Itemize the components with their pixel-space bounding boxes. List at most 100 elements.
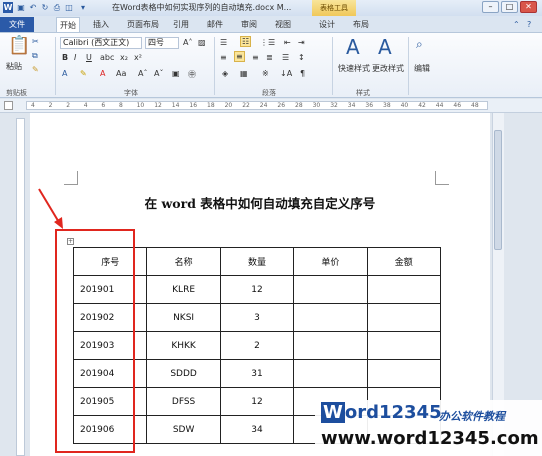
table-cell[interactable] bbox=[293, 359, 368, 388]
distribute-icon[interactable]: ☰ bbox=[282, 53, 289, 62]
table-cell[interactable] bbox=[293, 331, 368, 360]
title-bar: W ▣ ↶ ↻ ⎙ ◫ ▾ 在Word表格中如何实现序列的自动填充.docx M… bbox=[0, 0, 542, 16]
header-cell-unit-price[interactable]: 单价 bbox=[293, 247, 368, 276]
bold-button[interactable]: B bbox=[62, 53, 68, 62]
save-icon[interactable]: ▣ bbox=[16, 2, 26, 13]
table-cell[interactable] bbox=[366, 331, 442, 360]
table-cell[interactable]: 31 bbox=[219, 359, 295, 388]
close-button[interactable]: ✕ bbox=[520, 1, 537, 13]
change-styles-button[interactable]: 更改样式 bbox=[372, 63, 404, 74]
bullets-icon[interactable]: ☰ bbox=[220, 38, 227, 47]
chinese-layout-icon[interactable]: ※ bbox=[262, 69, 269, 78]
underline-button[interactable]: U bbox=[86, 53, 92, 62]
header-cell-name[interactable]: 名称 bbox=[146, 247, 221, 276]
table-cell[interactable]: SDW bbox=[146, 415, 221, 444]
font-size-combo[interactable]: 四号 bbox=[145, 37, 179, 49]
change-styles-icon[interactable]: A bbox=[378, 35, 392, 59]
table-cell[interactable]: 3 bbox=[219, 303, 295, 332]
table-cell[interactable] bbox=[293, 303, 368, 332]
table-cell[interactable]: SDDD bbox=[146, 359, 221, 388]
cut-icon[interactable]: ✂ bbox=[32, 37, 39, 46]
tab-review[interactable]: 审阅 bbox=[238, 17, 260, 32]
table-cell[interactable]: 12 bbox=[219, 275, 295, 304]
font-color-button[interactable]: A bbox=[100, 69, 105, 78]
shrink-font-icon[interactable]: Aˇ bbox=[154, 69, 163, 78]
clear-format-icon[interactable]: ▨ bbox=[198, 38, 206, 47]
preview-icon[interactable]: ◫ bbox=[64, 2, 74, 13]
superscript-icon[interactable]: x² bbox=[134, 53, 142, 62]
tab-design[interactable]: 设计 bbox=[316, 17, 338, 32]
text-effects-icon[interactable]: A bbox=[62, 69, 67, 78]
collapse-ribbon-icon[interactable]: ⌃ bbox=[510, 17, 523, 32]
tab-view[interactable]: 视图 bbox=[272, 17, 294, 32]
table-cell[interactable]: KHKK bbox=[146, 331, 221, 360]
redo-icon[interactable]: ↻ bbox=[40, 2, 50, 13]
format-painter-icon[interactable]: ✎ bbox=[32, 65, 39, 74]
undo-icon[interactable]: ↶ bbox=[28, 2, 38, 13]
borders-icon[interactable]: ▦ bbox=[240, 69, 248, 78]
table-cell[interactable]: NKSI bbox=[146, 303, 221, 332]
horizontal-ruler[interactable]: 4 2 2 4 6 8 10 12 14 16 18 20 22 24 26 28 30 32 34 36 38 40 42… bbox=[0, 99, 542, 113]
table-cell[interactable] bbox=[366, 303, 442, 332]
word-app-icon[interactable]: W bbox=[3, 2, 13, 13]
find-icon[interactable]: ⌕ bbox=[416, 37, 423, 52]
paste-icon[interactable]: 📋 bbox=[8, 35, 30, 56]
maximize-button[interactable]: □ bbox=[501, 1, 518, 13]
italic-button[interactable]: I bbox=[74, 53, 76, 62]
align-right-icon[interactable]: ≡ bbox=[252, 53, 259, 62]
scrollbar-thumb[interactable] bbox=[494, 130, 502, 250]
tab-selector-icon[interactable] bbox=[4, 101, 13, 110]
numbering-icon[interactable]: ☷ bbox=[240, 36, 252, 47]
change-case-icon[interactable]: Aa bbox=[116, 69, 126, 78]
justify-icon[interactable]: ≣ bbox=[266, 53, 273, 62]
tab-file[interactable]: 文件 bbox=[0, 17, 34, 32]
customize-toolbar-icon[interactable]: ▾ bbox=[78, 2, 88, 13]
quick-styles-button[interactable]: 快速样式 bbox=[338, 63, 370, 74]
shading-icon[interactable]: ◈ bbox=[222, 69, 228, 78]
annotation-highlight-box bbox=[55, 229, 135, 453]
quick-styles-icon[interactable]: A bbox=[346, 35, 360, 59]
decrease-indent-icon[interactable]: ⇤ bbox=[284, 38, 291, 47]
align-left-icon[interactable]: ≡ bbox=[220, 53, 227, 62]
table-cell[interactable]: KLRE bbox=[146, 275, 221, 304]
table-cell[interactable]: DFSS bbox=[146, 387, 221, 416]
strikethrough-icon[interactable]: abc bbox=[100, 53, 114, 62]
table-cell[interactable]: 34 bbox=[219, 415, 295, 444]
subscript-icon[interactable]: x₂ bbox=[120, 53, 128, 62]
increase-indent-icon[interactable]: ⇥ bbox=[298, 38, 305, 47]
tab-insert[interactable]: 插入 bbox=[90, 17, 112, 32]
tab-layout[interactable]: 布局 bbox=[350, 17, 372, 32]
grow-font-icon-2[interactable]: Aˆ bbox=[138, 69, 147, 78]
table-cell[interactable] bbox=[366, 275, 442, 304]
table-cell[interactable]: 2 bbox=[219, 331, 295, 360]
help-icon[interactable]: ? bbox=[524, 17, 534, 32]
header-cell-quantity[interactable]: 数量 bbox=[219, 247, 295, 276]
sort-icon[interactable]: ↓A bbox=[280, 69, 292, 78]
edit-button[interactable]: 编辑 bbox=[414, 63, 430, 74]
table-cell[interactable] bbox=[366, 359, 442, 388]
tab-mailings[interactable]: 邮件 bbox=[204, 17, 226, 32]
multilevel-list-icon[interactable]: ⋮☰ bbox=[260, 38, 275, 47]
print-icon[interactable]: ⎙ bbox=[52, 2, 62, 13]
tab-home[interactable]: 开始 bbox=[56, 17, 80, 32]
highlight-icon[interactable]: ✎ bbox=[80, 69, 87, 78]
annotation-arrow bbox=[38, 188, 63, 229]
paste-button[interactable]: 粘贴 bbox=[6, 61, 22, 72]
tab-page-layout[interactable]: 页面布局 bbox=[124, 17, 162, 32]
grow-font-icon[interactable]: A˄ bbox=[183, 38, 192, 47]
header-cell-amount[interactable]: 金额 bbox=[366, 247, 442, 276]
line-spacing-icon[interactable]: ↕ bbox=[298, 53, 305, 62]
copy-icon[interactable]: ⧉ bbox=[32, 51, 38, 61]
vertical-ruler[interactable] bbox=[16, 118, 25, 456]
show-marks-icon[interactable]: ¶ bbox=[300, 69, 305, 78]
enclose-char-icon[interactable]: ㊥ bbox=[188, 69, 196, 80]
char-shading-icon[interactable]: ▣ bbox=[172, 69, 180, 78]
minimize-button[interactable]: – bbox=[482, 1, 499, 13]
group-divider bbox=[408, 37, 409, 95]
table-cell[interactable] bbox=[293, 275, 368, 304]
ruler-bar: 4 2 2 4 6 8 10 12 14 16 18 20 22 24 26 28 30 32 34 36 38 40 42… bbox=[26, 101, 488, 110]
font-name-combo[interactable]: Calibri (西文正文) bbox=[60, 37, 142, 49]
tab-references[interactable]: 引用 bbox=[170, 17, 192, 32]
table-cell[interactable]: 12 bbox=[219, 387, 295, 416]
align-center-icon[interactable]: ≡ bbox=[234, 51, 245, 62]
